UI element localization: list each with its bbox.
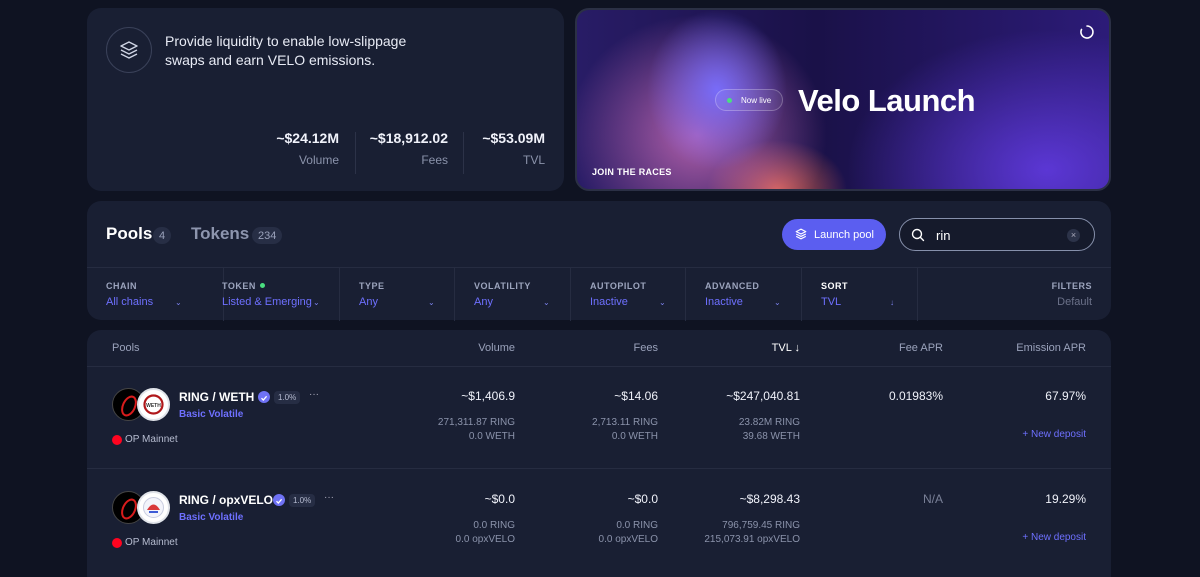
more-icon[interactable]: ··· bbox=[324, 492, 334, 503]
banner-title: Velo Launch bbox=[798, 83, 976, 118]
info-description: Provide liquidity to enable low-slippage… bbox=[165, 33, 407, 68]
more-icon[interactable]: ··· bbox=[309, 389, 319, 400]
sort-arrow-icon: ↓ bbox=[890, 298, 894, 307]
search-icon bbox=[911, 228, 925, 242]
table-row[interactable]: WETH RING / WETH 1.0% ··· Basic Volatile… bbox=[87, 367, 1111, 470]
live-dot-icon bbox=[727, 98, 732, 103]
tokens-count-badge: 234 bbox=[252, 227, 283, 244]
loading-spinner-icon bbox=[1079, 24, 1095, 45]
opxvelo-token-logo bbox=[137, 491, 170, 524]
tab-tokens[interactable]: Tokens bbox=[191, 224, 249, 244]
layers-icon bbox=[106, 27, 152, 73]
op-mainnet-icon bbox=[112, 538, 122, 548]
plus-icon: + bbox=[1022, 532, 1031, 543]
pools-count-badge: 4 bbox=[153, 227, 172, 244]
clear-search-icon[interactable]: × bbox=[1067, 229, 1080, 242]
network-label: OP Mainnet bbox=[112, 537, 178, 548]
tvl-cell: ~$8,298.43 796,759.45 RING 215,073.91 op… bbox=[704, 492, 800, 545]
column-header-pools: Pools bbox=[112, 342, 140, 354]
stat-divider bbox=[463, 132, 464, 174]
chevron-down-icon: ⌄ bbox=[175, 298, 182, 307]
liquidity-info-card: Provide liquidity to enable low-slippage… bbox=[87, 8, 564, 191]
weth-token-logo: WETH bbox=[137, 388, 170, 421]
fee-badge: 1.0% bbox=[289, 494, 316, 507]
stat-volume: ~$24.12M Volume bbox=[276, 130, 339, 167]
column-header-fees[interactable]: Fees bbox=[634, 342, 658, 354]
fees-cell: ~$0.0 0.0 RING 0.0 opxVELO bbox=[598, 492, 658, 545]
volume-cell: ~$1,406.9 271,311.87 RING 0.0 WETH bbox=[437, 389, 515, 442]
chevron-down-icon: ⌄ bbox=[428, 298, 435, 307]
fee-badge: 1.0% bbox=[274, 391, 301, 404]
table-row[interactable]: RING / opxVELO 1.0% ··· Basic Volatile O… bbox=[87, 470, 1111, 573]
chevron-down-icon: ⌄ bbox=[659, 298, 666, 307]
column-header-tvl[interactable]: TVL ↓ bbox=[772, 342, 800, 354]
search-box[interactable]: × bbox=[899, 218, 1095, 251]
pool-type: Basic Volatile bbox=[179, 409, 244, 420]
emission-apr-cell: 19.29% bbox=[1045, 492, 1086, 506]
filter-token[interactable]: TOKEN Listed & Emerging ⌄ bbox=[203, 268, 340, 321]
pool-pair-name[interactable]: RING / opxVELO bbox=[179, 493, 273, 507]
stat-divider bbox=[355, 132, 356, 174]
pools-toolbar: Pools 4 Tokens 234 Launch pool × CHAIN A… bbox=[87, 201, 1111, 321]
chevron-down-icon: ⌄ bbox=[774, 298, 781, 307]
chevron-down-icon: ⌄ bbox=[543, 298, 550, 307]
stat-fees: ~$18,912.02 Fees bbox=[369, 130, 448, 167]
chevron-down-icon: ⌄ bbox=[313, 298, 320, 307]
pool-pair-name[interactable]: RING / WETH bbox=[179, 390, 254, 404]
sort-arrow-icon: ↓ bbox=[794, 342, 801, 354]
tvl-cell: ~$247,040.81 23.82M RING 39.68 WETH bbox=[726, 389, 800, 442]
join-races-link[interactable]: JOIN THE RACES bbox=[592, 167, 672, 177]
column-header-fee-apr[interactable]: Fee APR bbox=[899, 342, 943, 354]
filter-bar: CHAIN All chains ⌄ TOKEN Listed & Emergi… bbox=[87, 267, 1111, 321]
network-label: OP Mainnet bbox=[112, 434, 178, 445]
plus-icon: + bbox=[1022, 429, 1031, 440]
filter-type[interactable]: TYPE Any ⌄ bbox=[340, 268, 455, 321]
search-input[interactable] bbox=[936, 226, 1056, 244]
velo-launch-banner[interactable]: Now live Velo Launch JOIN THE RACES bbox=[575, 8, 1111, 191]
filter-filters[interactable]: FILTERS Default bbox=[918, 268, 1111, 321]
tab-pools[interactable]: Pools bbox=[106, 224, 152, 244]
new-deposit-link[interactable]: + New deposit bbox=[1022, 429, 1086, 440]
verified-icon bbox=[258, 391, 270, 403]
fee-apr-cell: 0.01983% bbox=[888, 389, 943, 403]
now-live-badge: Now live bbox=[715, 89, 783, 111]
emission-apr-cell: 67.97% bbox=[1045, 389, 1086, 403]
new-deposit-link[interactable]: + New deposit bbox=[1022, 532, 1086, 543]
filter-autopilot[interactable]: AUTOPILOT Inactive ⌄ bbox=[571, 268, 686, 321]
column-header-emission-apr[interactable]: Emission APR bbox=[1016, 342, 1086, 354]
launch-pool-button[interactable]: Launch pool bbox=[782, 219, 886, 250]
verified-icon bbox=[273, 494, 285, 506]
pool-type: Basic Volatile bbox=[179, 512, 244, 523]
filter-advanced[interactable]: ADVANCED Inactive ⌄ bbox=[686, 268, 802, 321]
svg-text:WETH: WETH bbox=[146, 403, 161, 409]
column-header-volume[interactable]: Volume bbox=[478, 342, 515, 354]
fee-apr-cell: N/A bbox=[922, 492, 943, 506]
fees-cell: ~$14.06 2,713.11 RING 0.0 WETH bbox=[592, 389, 658, 442]
filter-sort[interactable]: SORT TVL ↓ bbox=[802, 268, 918, 321]
active-dot-icon bbox=[259, 283, 265, 288]
stat-tvl: ~$53.09M TVL bbox=[482, 130, 545, 167]
pools-table: Pools Volume Fees TVL ↓ Fee APR Emission… bbox=[87, 330, 1111, 577]
divider bbox=[87, 468, 1111, 469]
volume-cell: ~$0.0 0.0 RING 0.0 opxVELO bbox=[455, 492, 515, 545]
op-mainnet-icon bbox=[112, 435, 122, 445]
filter-volatility[interactable]: VOLATILITY Any ⌄ bbox=[455, 268, 571, 321]
